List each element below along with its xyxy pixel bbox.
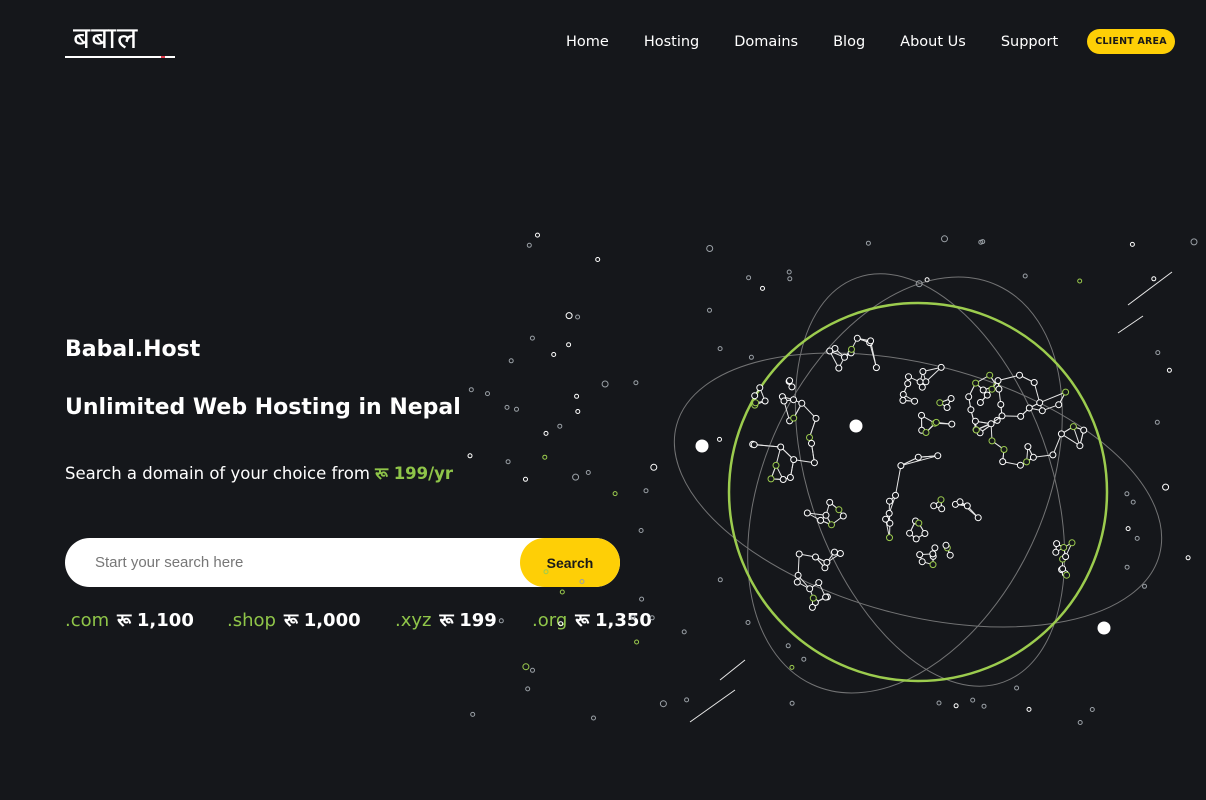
client-area-button[interactable]: CLIENT AREA	[1087, 29, 1175, 54]
orbit-rings	[673, 273, 1163, 694]
nav-domains[interactable]: Domains	[734, 34, 798, 50]
nav-hosting[interactable]: Hosting	[644, 34, 699, 50]
tld-com[interactable]: .com रू 1,100	[65, 608, 194, 632]
nav-about-us[interactable]: About Us	[900, 34, 966, 50]
subline-text: Search a domain of your choice from	[65, 464, 376, 483]
main-nav: Home Hosting Domains Blog About Us Suppo…	[566, 30, 1093, 54]
domain-search-input[interactable]	[95, 538, 515, 587]
tld-extension: .xyz	[395, 610, 432, 631]
logo-text: बबाल	[73, 21, 139, 56]
shooting-star-lines	[689, 271, 1173, 723]
tld-price: 1,000	[303, 610, 361, 631]
hero-headline: Unlimited Web Hosting in Nepal	[65, 395, 461, 420]
globe-outline	[727, 301, 1109, 683]
domain-search-form: Search	[65, 538, 620, 587]
nav-blog[interactable]: Blog	[833, 34, 865, 50]
tld-currency: रू	[283, 610, 298, 631]
tld-extension: .org	[532, 610, 568, 631]
nav-support[interactable]: Support	[1001, 34, 1058, 50]
logo-underline	[65, 56, 175, 58]
tld-currency: रू	[117, 610, 132, 631]
tld-price: 1,350	[594, 610, 652, 631]
tld-extension: .com	[65, 610, 110, 631]
site-logo[interactable]: बबाल	[65, 16, 177, 62]
hero-subline: Search a domain of your choice from रू 1…	[65, 461, 453, 484]
hero-brand: Babal.Host	[65, 337, 201, 362]
orbit-satellites	[695, 419, 1111, 635]
search-button[interactable]: Search	[520, 538, 620, 587]
tld-currency: रू	[439, 610, 454, 631]
tld-org[interactable]: .org रू 1,350	[532, 608, 652, 632]
tld-shop[interactable]: .shop रू 1,000	[227, 608, 361, 632]
tld-price: 199	[459, 610, 497, 631]
subline-price: रू 199/yr	[375, 464, 454, 483]
nav-home[interactable]: Home	[566, 34, 609, 50]
background-star-dots	[467, 232, 1198, 725]
tld-currency: रू	[575, 610, 590, 631]
logo-accent-dot	[161, 56, 165, 58]
tld-xyz[interactable]: .xyz रू 199	[395, 608, 497, 632]
tld-extension: .shop	[227, 610, 276, 631]
continent-network	[749, 334, 1088, 611]
tld-price: 1,100	[136, 610, 194, 631]
